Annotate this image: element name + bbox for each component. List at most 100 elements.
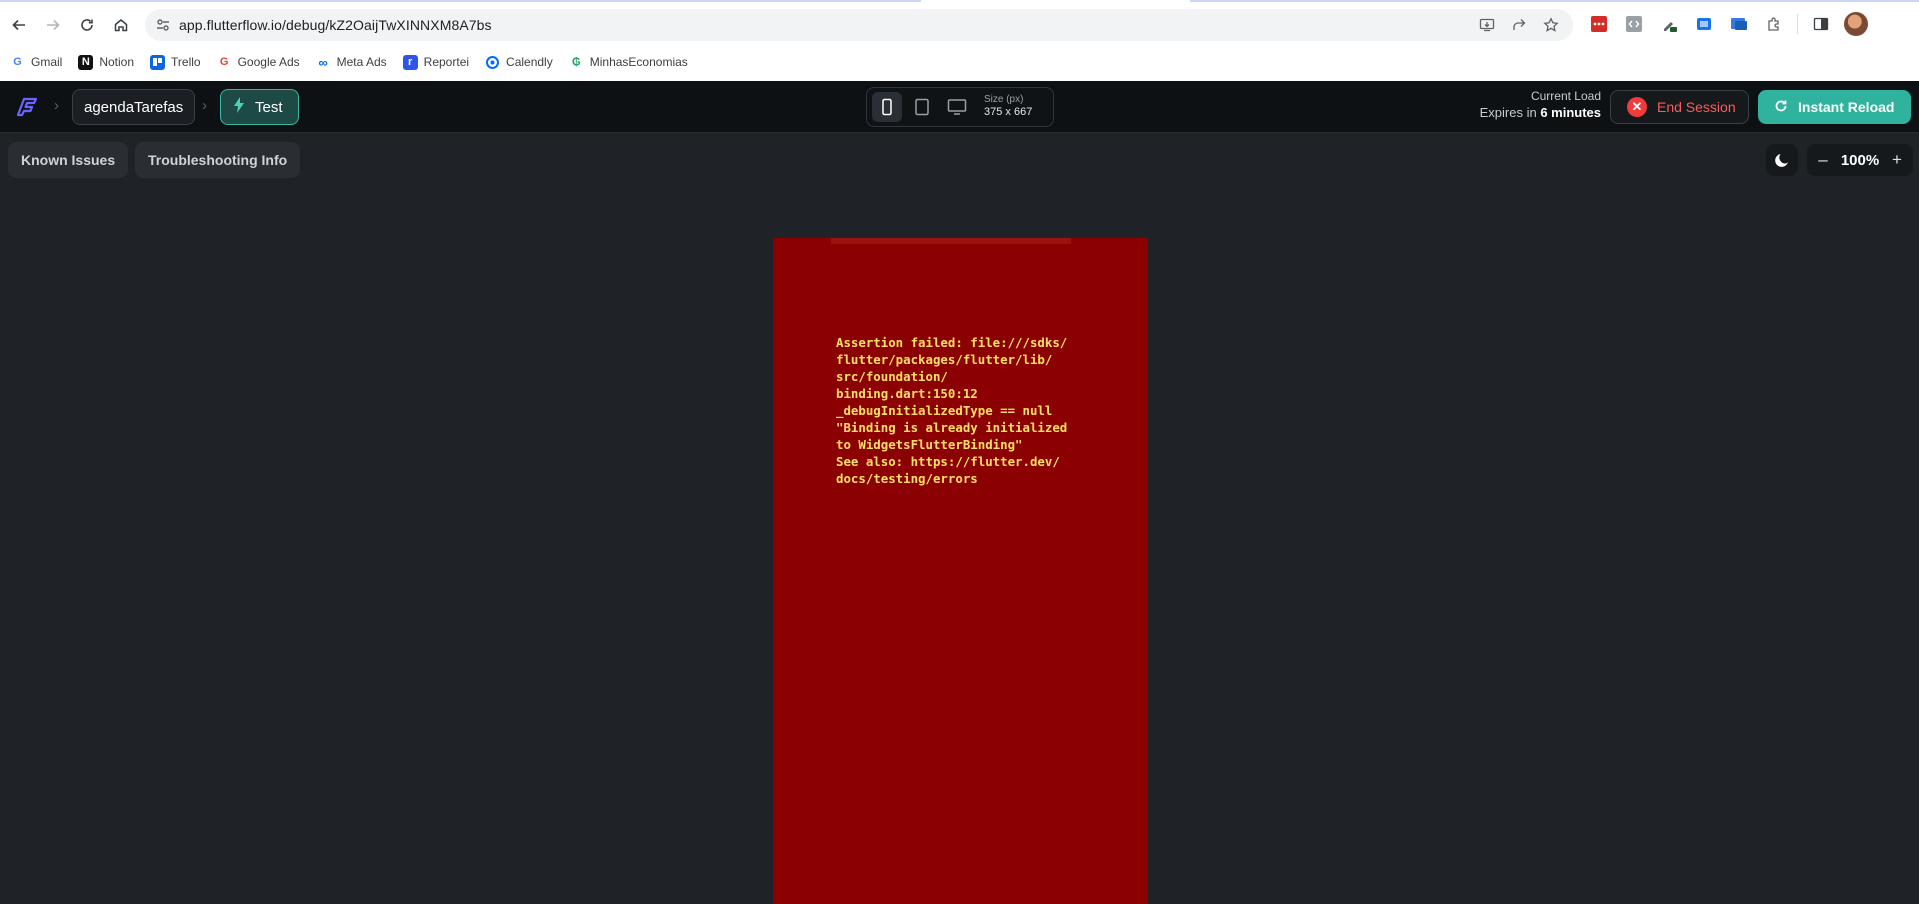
error-line: Assertion failed: file:///sdks/ — [836, 335, 1068, 350]
bookmark-label: Google Ads — [237, 55, 300, 69]
test-mode-label: Test — [255, 98, 283, 116]
bookmarks-bar: G Gmail N Notion Trello G Google Ads ∞ M… — [10, 50, 688, 74]
end-session-label: End Session — [1657, 99, 1736, 115]
error-line: _debugInitializedType == null — [836, 403, 1053, 418]
browser-chrome: app.flutterflow.io/debug/kZ2OaijTwXINNXM… — [0, 0, 1919, 81]
bookmark-notion[interactable]: N Notion — [78, 54, 135, 70]
chevron-right-icon: › — [54, 97, 59, 114]
error-line: flutter/packages/flutter/lib/ — [836, 352, 1053, 367]
calendly-icon — [485, 55, 500, 70]
toolbar-divider — [1797, 14, 1798, 34]
flutterflow-logo-icon[interactable] — [12, 93, 40, 121]
url-text[interactable]: app.flutterflow.io/debug/kZ2OaijTwXINNXM… — [179, 17, 492, 33]
error-line: src/foundation/ — [836, 369, 948, 384]
troubleshooting-info-label: Troubleshooting Info — [148, 152, 288, 168]
size-label: Size (px) — [984, 93, 1024, 105]
puzzle-extensions-icon[interactable] — [1762, 12, 1786, 36]
refresh-icon — [1774, 99, 1788, 116]
desktop-device-button[interactable] — [942, 92, 972, 122]
zoom-control: – 100% + — [1807, 144, 1913, 176]
zoom-in-button[interactable]: + — [1889, 150, 1905, 170]
bookmark-meta-ads[interactable]: ∞ Meta Ads — [316, 55, 387, 70]
theme-toggle-button[interactable] — [1766, 144, 1798, 176]
instant-reload-label: Instant Reload — [1798, 99, 1895, 115]
project-name: agendaTarefas — [84, 98, 184, 116]
trello-icon — [150, 54, 166, 70]
install-app-icon[interactable] — [1475, 13, 1499, 37]
bookmark-reportei[interactable]: r Reportei — [402, 54, 470, 70]
bookmark-trello[interactable]: Trello — [150, 54, 201, 70]
project-name-pill[interactable]: agendaTarefas — [72, 89, 196, 125]
known-issues-label: Known Issues — [21, 152, 116, 168]
debug-app-bar: › agendaTarefas › Test Size (px) 375 x 6… — [0, 81, 1919, 133]
home-icon — [114, 19, 128, 32]
test-mode-pill[interactable]: Test — [220, 89, 299, 125]
error-line: "Binding is already initialized — [836, 420, 1068, 435]
device-size-info: Size (px) 375 x 667 — [984, 94, 1032, 120]
instant-reload-button[interactable]: Instant Reload — [1758, 90, 1911, 124]
zoom-level: 100% — [1840, 151, 1880, 169]
reportei-icon: r — [402, 54, 418, 70]
current-load-title: Current Load — [1530, 89, 1601, 103]
error-line: to WidgetsFlutterBinding" — [836, 437, 1023, 452]
error-line: binding.dart:150:12 — [836, 386, 978, 401]
error-line: See also: https://flutter.dev/ — [836, 454, 1060, 469]
side-panel-icon[interactable] — [1809, 12, 1833, 36]
blue-extension-icon[interactable] — [1692, 12, 1716, 36]
moon-icon — [1775, 154, 1788, 167]
expires-prefix: Expires in — [1479, 105, 1537, 121]
notion-icon: N — [78, 54, 94, 70]
bookmark-google-ads[interactable]: G Google Ads — [217, 55, 300, 70]
expires-value: 6 minutes — [1540, 105, 1601, 121]
bookmark-label: Notion — [99, 55, 135, 69]
bookmark-label: Calendly — [506, 55, 553, 69]
reload-icon — [81, 19, 93, 31]
device-preview-screen[interactable]: Assertion failed: file:///sdks/ flutter/… — [773, 238, 1148, 904]
device-size-selector: Size (px) 375 x 667 — [866, 87, 1054, 127]
share-icon[interactable] — [1507, 13, 1531, 37]
phone-icon — [882, 98, 892, 116]
forward-button[interactable] — [40, 12, 66, 38]
bookmark-label: MinhasEconomias — [589, 55, 688, 69]
session-expiry: Expires in 6 minutes — [1480, 104, 1601, 122]
zoom-out-button[interactable]: – — [1815, 150, 1831, 170]
bookmark-label: Reportei — [423, 55, 470, 69]
status-bar — [831, 238, 1071, 244]
close-circle-icon: ✕ — [1627, 97, 1647, 117]
back-button[interactable] — [6, 12, 32, 38]
code-extension-icon[interactable] — [1622, 12, 1646, 36]
site-settings-icon[interactable] — [149, 11, 177, 39]
tablet-icon — [915, 98, 929, 116]
size-value: 375 x 667 — [984, 106, 1033, 119]
desktop-icon — [947, 99, 967, 115]
address-bar[interactable]: app.flutterflow.io/debug/kZ2OaijTwXINNXM… — [145, 9, 1573, 41]
forward-arrow-icon — [47, 19, 60, 31]
back-arrow-icon — [12, 19, 25, 31]
bookmark-calendly[interactable]: Calendly — [485, 55, 553, 70]
reload-button[interactable] — [74, 12, 100, 38]
phone-device-button[interactable] — [872, 92, 902, 122]
end-session-button[interactable]: ✕ End Session — [1610, 90, 1749, 124]
screenshot-extension-icon[interactable] — [1727, 12, 1751, 36]
session-load-info: Current Load Expires in 6 minutes — [1480, 88, 1601, 122]
google-icon: G — [219, 56, 229, 68]
troubleshooting-info-button[interactable]: Troubleshooting Info — [135, 142, 301, 178]
bookmark-gmail[interactable]: G Gmail — [10, 55, 62, 70]
extensions-bar — [1587, 12, 1868, 36]
google-icon: G — [13, 56, 22, 68]
bookmark-minhaseconomias[interactable]: ₲ MinhasEconomias — [569, 55, 688, 70]
chevron-right-icon: › — [202, 97, 207, 114]
minhaseconomias-icon: ₲ — [571, 56, 581, 68]
bookmark-label: Gmail — [31, 55, 63, 69]
meta-icon: ∞ — [318, 54, 328, 70]
error-line: docs/testing/errors — [836, 471, 978, 486]
home-button[interactable] — [108, 12, 134, 38]
tablet-device-button[interactable] — [907, 92, 937, 122]
profile-avatar[interactable] — [1844, 12, 1868, 36]
error-message: Assertion failed: file:///sdks/ flutter/… — [836, 334, 1086, 487]
bookmark-star-icon[interactable] — [1539, 13, 1563, 37]
tab-strip-edge — [0, 0, 1919, 2]
lastpass-extension-icon[interactable] — [1587, 12, 1611, 36]
eyedropper-extension-icon[interactable] — [1657, 12, 1681, 36]
known-issues-button[interactable]: Known Issues — [8, 142, 129, 178]
